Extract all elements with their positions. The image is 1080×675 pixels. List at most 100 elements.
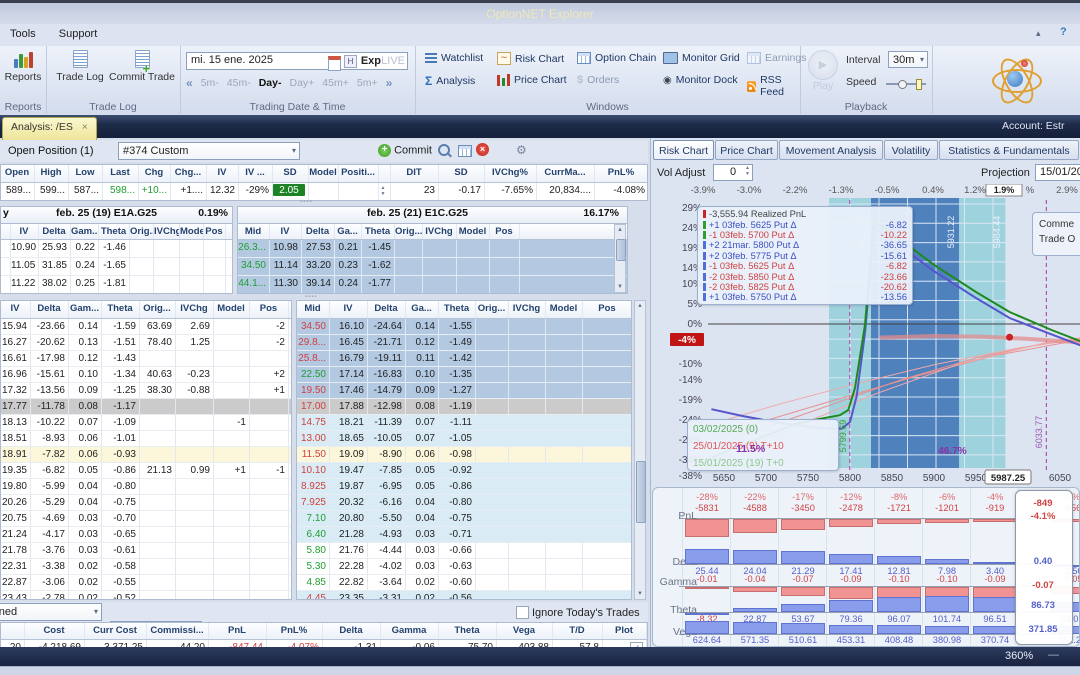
column-header[interactable]: IV ...	[239, 165, 273, 182]
cell[interactable]: -1.27	[439, 383, 476, 398]
cell[interactable]: 20.26	[1, 495, 31, 510]
cell[interactable]	[509, 511, 546, 526]
cell[interactable]	[509, 367, 546, 382]
cell[interactable]: 0.24	[71, 258, 99, 275]
cell[interactable]	[546, 399, 583, 414]
cell[interactable]: 2.69	[176, 319, 214, 334]
cell[interactable]	[214, 591, 250, 599]
cell[interactable]: -1.43	[102, 351, 140, 366]
column-header[interactable]: Open	[1, 165, 35, 182]
cell[interactable]: -0.66	[439, 543, 476, 558]
cell[interactable]	[583, 591, 631, 599]
cell[interactable]	[476, 463, 509, 478]
cell[interactable]	[140, 431, 176, 446]
cell[interactable]: -29%	[239, 183, 273, 200]
cell[interactable]	[546, 559, 583, 574]
step-day-plus[interactable]: Day+	[289, 77, 314, 89]
column-header[interactable]: Delta	[302, 224, 335, 239]
column-header[interactable]: Orig...	[140, 301, 176, 318]
search-icon[interactable]	[438, 144, 452, 158]
cell[interactable]: -1	[214, 415, 250, 430]
cell[interactable]	[204, 258, 226, 275]
cell[interactable]: 16.10	[330, 319, 368, 334]
cell[interactable]: 0.09	[406, 383, 439, 398]
table-row[interactable]: 15.94 -23.66 0.14 -1.59 63.69 2.69 -2	[1, 319, 291, 335]
cell[interactable]	[130, 258, 154, 275]
cell[interactable]	[140, 543, 176, 558]
table-row[interactable]: 20.26 -5.29 0.04 -0.75	[1, 495, 291, 511]
column-header[interactable]: SD	[439, 165, 485, 182]
cell[interactable]: 17.77	[1, 399, 31, 414]
cell[interactable]	[140, 527, 176, 542]
column-header[interactable]: IVChg	[176, 301, 214, 318]
column-header[interactable]: Ga...	[406, 301, 439, 318]
table-row[interactable]: 13.00 18.65 -10.05 0.07 -1.05	[297, 431, 631, 447]
tab-volatility[interactable]: Volatility	[884, 140, 938, 160]
cell[interactable]	[395, 258, 423, 275]
column-header[interactable]: Commissi...	[147, 623, 209, 639]
table-row[interactable]: 21.78 -3.76 0.03 -0.61	[1, 543, 291, 559]
cell[interactable]: 23.35	[330, 591, 368, 599]
column-header[interactable]: Model	[546, 301, 583, 318]
cell[interactable]: 31.85	[39, 258, 71, 275]
expiry-right-title[interactable]: feb. 25 (21) E1C.G25 16.17%	[237, 206, 628, 223]
cell[interactable]	[250, 527, 289, 542]
cell[interactable]: -11.39	[368, 415, 406, 430]
cell[interactable]: -6.95	[368, 479, 406, 494]
cell[interactable]	[583, 367, 631, 382]
cell[interactable]	[250, 479, 289, 494]
cell[interactable]: +1	[250, 383, 289, 398]
monitor-grid-button[interactable]: Monitor Grid	[663, 52, 740, 64]
strategy-select[interactable]: #374 Custom ▾	[118, 142, 300, 160]
calendar-icon[interactable]	[328, 56, 341, 71]
cell[interactable]: 17.88	[330, 399, 368, 414]
cell[interactable]	[176, 351, 214, 366]
comments-button[interactable]: Comme	[1039, 217, 1080, 232]
cell[interactable]: -7.65%	[485, 183, 537, 200]
cell[interactable]: -2	[250, 319, 289, 334]
gear-icon[interactable]: ⚙	[516, 143, 527, 157]
cell[interactable]: 0.03	[406, 543, 439, 558]
cell[interactable]: -1	[250, 463, 289, 478]
cell[interactable]: 10.90	[11, 240, 39, 257]
table-row[interactable]: 25.8... 16.79 -19.11 0.11 -1.42	[297, 351, 631, 367]
table-row[interactable]: 34.50 11.14 33.20 0.23 -1.62	[238, 258, 627, 276]
cell[interactable]: 0.23	[335, 258, 362, 275]
cell[interactable]: 0.03	[406, 559, 439, 574]
step-45m-minus[interactable]: 45m-	[227, 77, 251, 89]
cell[interactable]	[339, 183, 379, 200]
cell[interactable]: 11.22	[11, 276, 39, 293]
cell[interactable]	[476, 319, 509, 334]
cell[interactable]	[509, 495, 546, 510]
cell[interactable]: 38.30	[140, 383, 176, 398]
cell[interactable]: -1.45	[362, 240, 395, 257]
cell[interactable]: 19.87	[330, 479, 368, 494]
cell[interactable]	[509, 479, 546, 494]
ignore-trades-checkbox[interactable]	[516, 606, 529, 619]
cell[interactable]: 0.12	[406, 335, 439, 350]
table-row[interactable]: 4.45 23.35 -3.31 0.02 -0.56	[297, 591, 631, 599]
cell[interactable]: 20.75	[1, 511, 31, 526]
cell[interactable]	[204, 276, 226, 293]
cell[interactable]: -10.05	[368, 431, 406, 446]
cell[interactable]	[250, 543, 289, 558]
cell[interactable]: -24.64	[368, 319, 406, 334]
cell[interactable]: -0.80	[102, 479, 140, 494]
cell[interactable]: 0.09	[69, 383, 102, 398]
cell[interactable]	[250, 559, 289, 574]
cell[interactable]: 16.96	[1, 367, 31, 382]
table-row[interactable]: 29.8... 16.45 -21.71 0.12 -1.49	[297, 335, 631, 351]
cell[interactable]: 6.40	[297, 527, 330, 542]
cell[interactable]	[476, 447, 509, 462]
cell[interactable]: -5.29	[31, 495, 69, 510]
cell[interactable]: 38.02	[39, 276, 71, 293]
table-row[interactable]: 20.75 -4.69 0.03 -0.70	[1, 511, 291, 527]
option-chain-button[interactable]: Option Chain	[577, 52, 656, 64]
cell[interactable]: 19.09	[330, 447, 368, 462]
cell[interactable]: +1	[214, 463, 250, 478]
cell[interactable]: -1.59	[102, 319, 140, 334]
table-row[interactable]: 16.61 -17.98 0.12 -1.43	[1, 351, 291, 367]
column-header[interactable]: DIT	[391, 165, 439, 182]
cell[interactable]: 5.80	[297, 543, 330, 558]
column-header[interactable]: Cost	[25, 623, 85, 639]
